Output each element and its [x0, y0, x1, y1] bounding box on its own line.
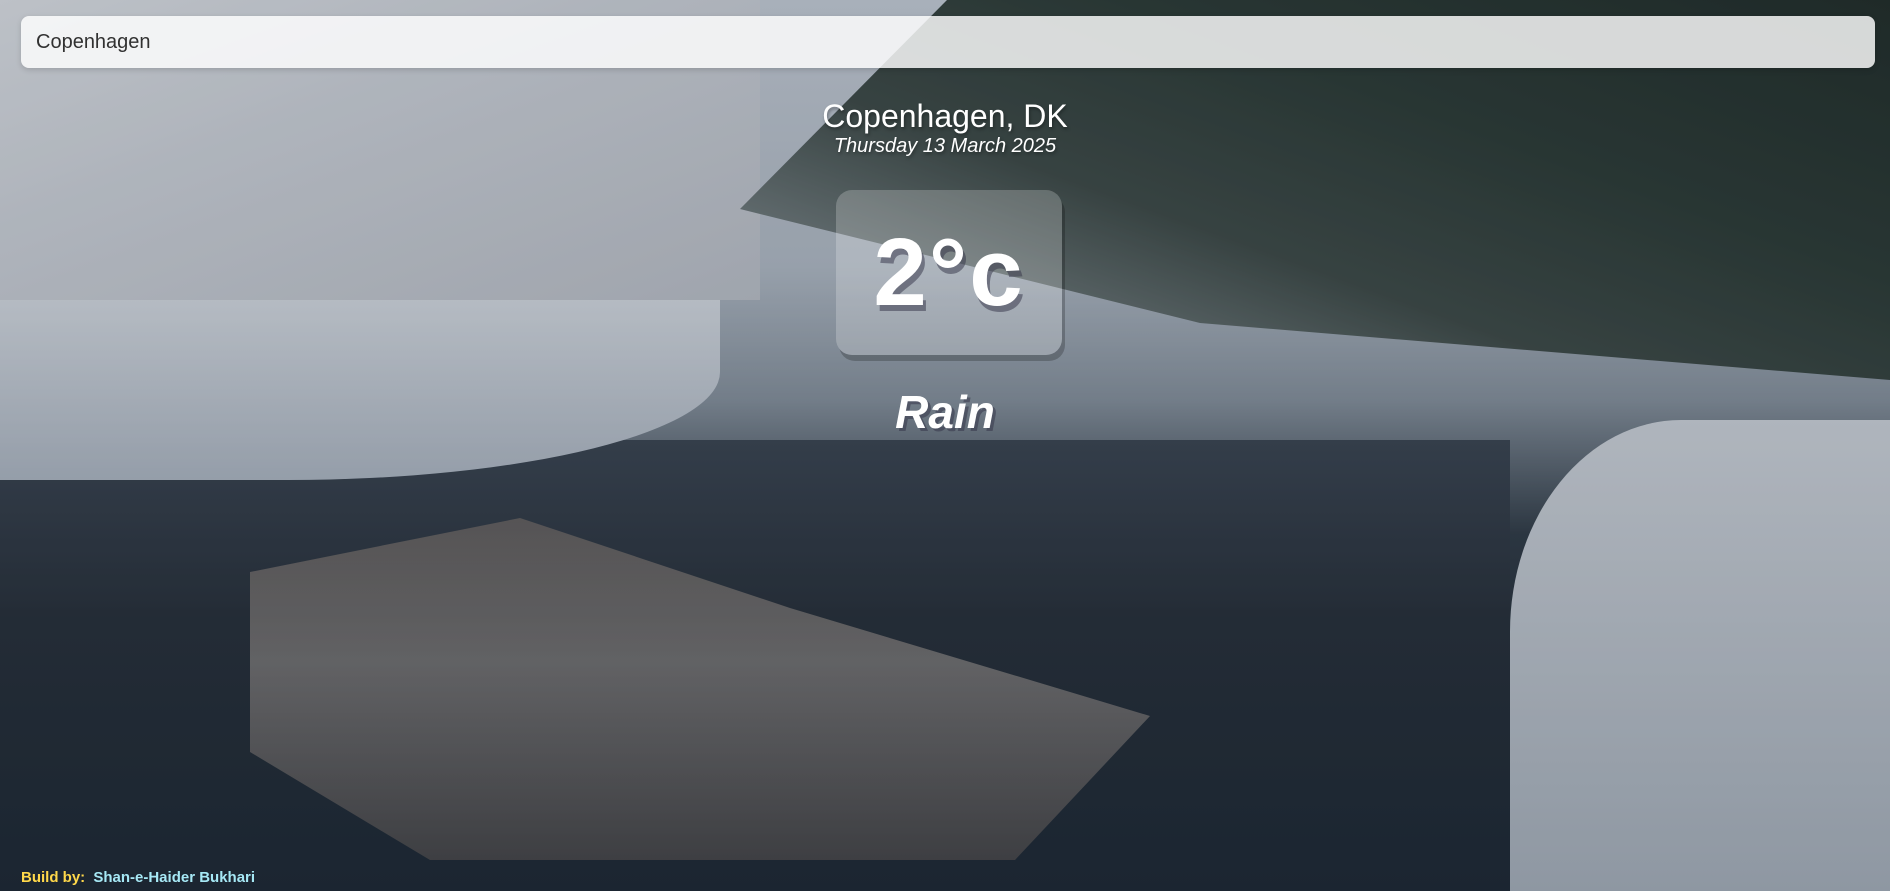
date-label: Thursday 13 March 2025: [833, 135, 1057, 157]
search-input[interactable]: [21, 16, 1875, 68]
location-title: Copenhagen, DK: [822, 98, 1068, 134]
weather-app: Copenhagen, DK Thursday 13 March 2025 2°…: [0, 0, 1890, 891]
build-credit-author: Shan-e-Haider Bukhari: [93, 869, 256, 886]
temperature-card: 2°c: [836, 190, 1062, 355]
temperature-value: 2°c: [873, 218, 1025, 326]
build-credit: Build by: Shan-e-Haider Bukhari: [21, 869, 255, 886]
build-credit-label: Build by:: [21, 869, 86, 886]
weather-condition: Rain: [895, 386, 995, 438]
